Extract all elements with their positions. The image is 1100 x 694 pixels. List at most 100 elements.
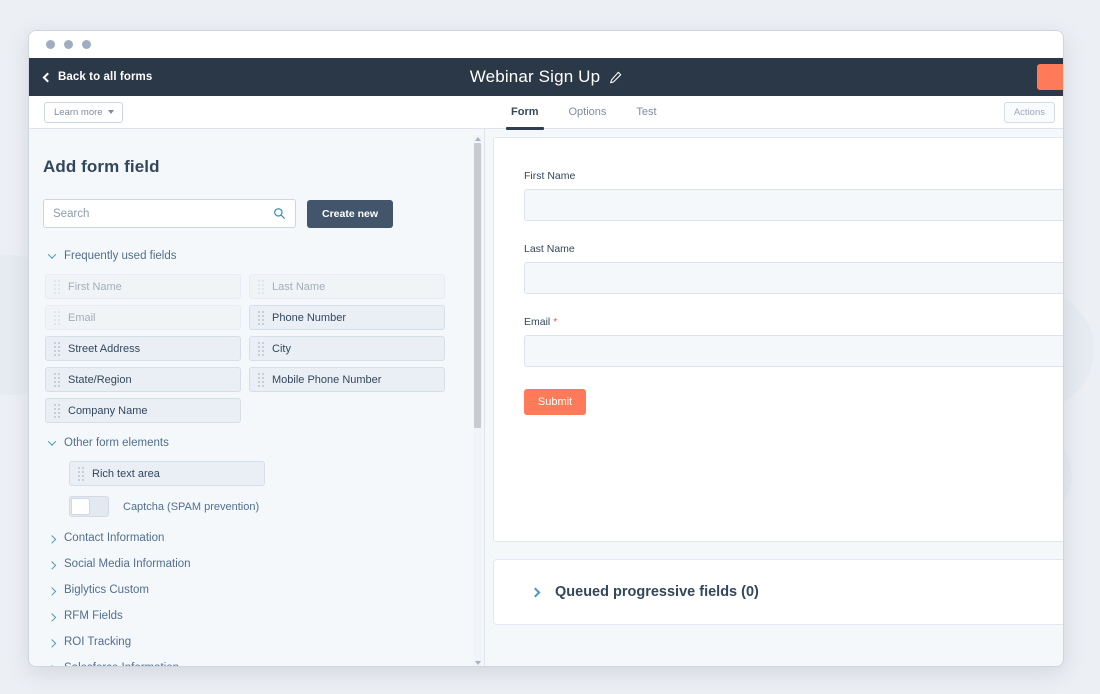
page-title: Webinar Sign Up <box>470 67 600 87</box>
chevron-right-icon <box>48 561 56 569</box>
preview-input-last-name[interactable] <box>524 262 1063 294</box>
preview-field-label: Email * <box>524 316 1063 328</box>
captcha-row: Captcha (SPAM prevention) <box>69 496 484 517</box>
field-chip-label: Last Name <box>272 281 325 293</box>
chevron-right-icon <box>48 613 56 621</box>
field-chip-label: Street Address <box>68 343 140 355</box>
tab-test[interactable]: Test <box>634 96 658 129</box>
search-icon[interactable] <box>273 207 286 220</box>
chevron-down-icon <box>48 250 56 258</box>
search-input-wrapper[interactable] <box>43 199 296 228</box>
left-panel-scrollbar[interactable] <box>473 135 482 666</box>
window-titlebar <box>29 31 1063 58</box>
accordion-biglytics-custom[interactable]: Biglytics Custom <box>49 577 484 603</box>
submit-button[interactable]: Submit <box>524 389 586 415</box>
accordion-roi-tracking[interactable]: ROI Tracking <box>49 629 484 655</box>
field-chip-street-address[interactable]: Street Address <box>45 336 241 361</box>
field-chip-label: City <box>272 343 291 355</box>
accordion-label: Contact Information <box>64 532 164 544</box>
tab-form[interactable]: Form <box>509 96 541 129</box>
chevron-right-icon <box>48 665 56 667</box>
required-asterisk: * <box>553 316 557 328</box>
pencil-icon[interactable] <box>609 71 622 84</box>
accordion-salesforce-information[interactable]: Salesforce Information <box>49 655 484 667</box>
tab-options[interactable]: Options <box>567 96 609 129</box>
back-to-all-forms-link[interactable]: Back to all forms <box>29 71 152 83</box>
tab-list: Form Options Test <box>509 96 659 129</box>
field-chip-label: State/Region <box>68 374 132 386</box>
field-chip-label: First Name <box>68 281 122 293</box>
field-chip-mobile-phone-number[interactable]: Mobile Phone Number <box>249 367 445 392</box>
drag-handle-icon <box>258 280 264 294</box>
browser-window: Back to all forms Webinar Sign Up Learn … <box>28 30 1064 667</box>
learn-more-label: Learn more <box>54 107 103 118</box>
preview-input-email[interactable] <box>524 335 1063 367</box>
preview-input-first-name[interactable] <box>524 189 1063 221</box>
actions-dropdown-button[interactable]: Actions <box>1004 102 1055 123</box>
drag-handle-icon[interactable] <box>54 373 60 387</box>
app-header: Back to all forms Webinar Sign Up <box>29 58 1063 96</box>
field-chip-label: Rich text area <box>92 468 160 480</box>
accordion-label: Salesforce Information <box>64 662 179 667</box>
chevron-right-icon <box>48 535 56 543</box>
drag-handle-icon[interactable] <box>258 311 264 325</box>
other-elements-list: Rich text area <box>69 461 484 486</box>
form-preview-card: First Name Last Name Email * <box>493 137 1063 542</box>
frequently-used-fields-label: Frequently used fields <box>64 250 177 262</box>
field-chip-last-name: Last Name <box>249 274 445 299</box>
chevron-down-icon <box>108 110 114 114</box>
captcha-toggle[interactable] <box>69 496 109 517</box>
captcha-label: Captcha (SPAM prevention) <box>123 501 259 513</box>
add-form-field-panel: Add form field Create new Frequently use <box>29 129 485 667</box>
drag-handle-icon[interactable] <box>54 404 60 418</box>
chevron-right-icon <box>48 587 56 595</box>
field-chip-label: Mobile Phone Number <box>272 374 381 386</box>
drag-handle-icon[interactable] <box>258 373 264 387</box>
field-chip-label: Company Name <box>68 405 147 417</box>
learn-more-dropdown[interactable]: Learn more <box>44 102 123 123</box>
field-chip-first-name: First Name <box>45 274 241 299</box>
field-chip-rich-text-area[interactable]: Rich text area <box>69 461 265 486</box>
preview-field-first-name: First Name <box>524 170 1063 221</box>
search-row: Create new <box>43 199 484 228</box>
preview-label-text: First Name <box>524 170 575 182</box>
accordion-contact-information[interactable]: Contact Information <box>49 525 484 551</box>
window-minimize-dot[interactable] <box>64 40 73 49</box>
chevron-right-icon <box>531 587 541 597</box>
search-input[interactable] <box>53 208 273 220</box>
form-preview-panel: First Name Last Name Email * <box>485 129 1063 667</box>
scroll-up-arrow[interactable] <box>473 135 482 142</box>
accordion-social-media-information[interactable]: Social Media Information <box>49 551 484 577</box>
preview-field-label: First Name <box>524 170 1063 182</box>
preview-field-email: Email * <box>524 316 1063 367</box>
window-close-dot[interactable] <box>46 40 55 49</box>
chevron-right-icon <box>48 639 56 647</box>
drag-handle-icon[interactable] <box>78 467 84 481</box>
queued-progressive-fields-title: Queued progressive fields (0) <box>555 584 759 600</box>
main-content: Add form field Create new Frequently use <box>29 129 1063 667</box>
header-primary-action-button[interactable] <box>1037 64 1063 90</box>
window-maximize-dot[interactable] <box>82 40 91 49</box>
drag-handle-icon[interactable] <box>54 342 60 356</box>
field-chip-state-region[interactable]: State/Region <box>45 367 241 392</box>
frequently-used-fields-header[interactable]: Frequently used fields <box>49 250 484 262</box>
accordion-label: RFM Fields <box>64 610 123 622</box>
field-chip-label: Phone Number <box>272 312 346 324</box>
create-new-button[interactable]: Create new <box>307 200 393 228</box>
accordion-label: Biglytics Custom <box>64 584 149 596</box>
scrollbar-thumb[interactable] <box>474 143 481 428</box>
preview-label-text: Last Name <box>524 243 575 255</box>
other-form-elements-header[interactable]: Other form elements <box>49 437 484 449</box>
preview-field-label: Last Name <box>524 243 1063 255</box>
field-chip-company-name[interactable]: Company Name <box>45 398 241 423</box>
queued-progressive-fields-panel[interactable]: Queued progressive fields (0) <box>493 559 1063 625</box>
preview-label-text: Email <box>524 316 550 328</box>
field-chip-city[interactable]: City <box>249 336 445 361</box>
accordion-rfm-fields[interactable]: RFM Fields <box>49 603 484 629</box>
scroll-down-arrow[interactable] <box>473 659 482 666</box>
drag-handle-icon[interactable] <box>258 342 264 356</box>
drag-handle-icon <box>54 280 60 294</box>
sub-navigation-bar: Learn more Form Options Test Actions <box>29 96 1063 129</box>
field-chip-phone-number[interactable]: Phone Number <box>249 305 445 330</box>
back-link-label: Back to all forms <box>58 71 152 83</box>
